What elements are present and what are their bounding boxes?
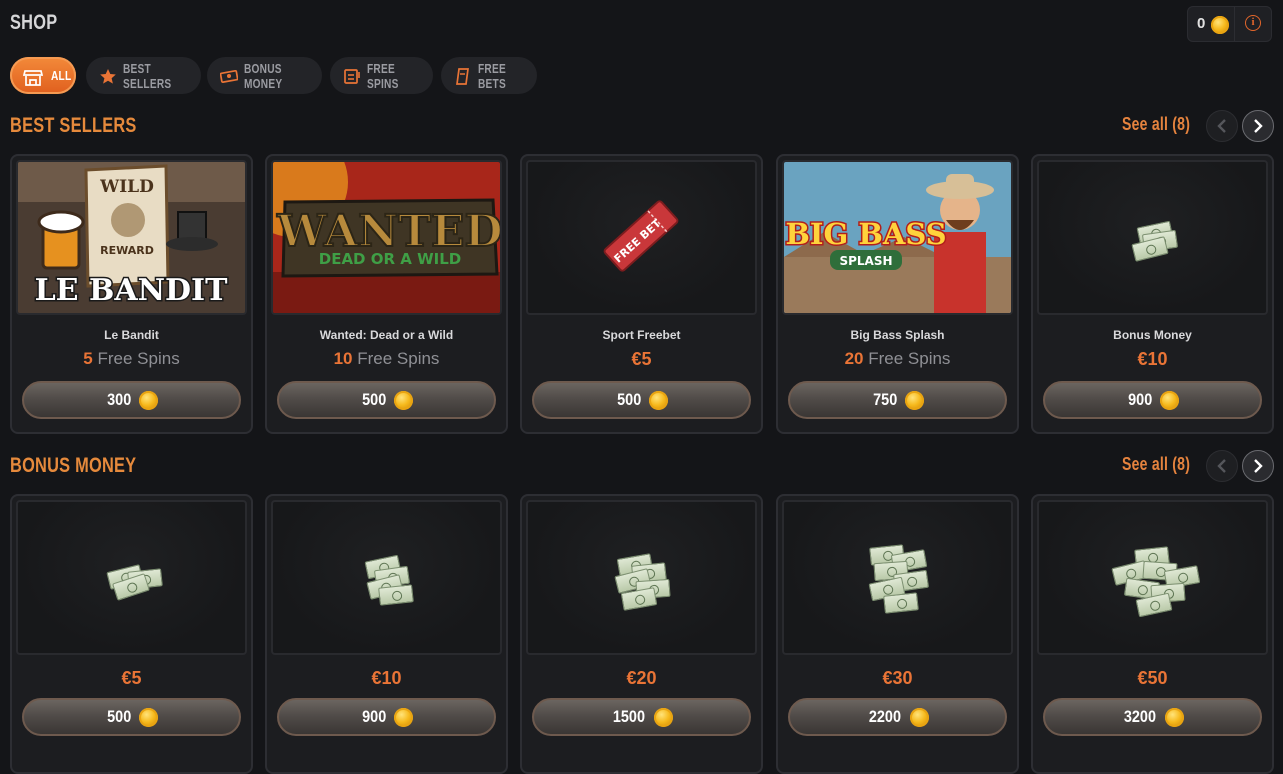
chevron-left-icon [1217, 119, 1226, 133]
product-name: Bonus Money [1113, 328, 1192, 342]
product-card: FREE BET Sport Freebet €5 500 [520, 154, 763, 434]
svg-text:WILD: WILD [99, 177, 154, 197]
cash-pile [1037, 500, 1268, 655]
buy-button[interactable]: 900 [277, 698, 496, 736]
product-card: WANTED DEAD OR A WILD Wanted: Dead or a … [265, 154, 508, 434]
product-card: WILD REWARD LE BANDIT Le Bandit 5 Free S… [10, 154, 253, 434]
chevron-right-icon [1254, 459, 1263, 473]
cash-stack-medium [526, 500, 757, 655]
next-arrow-button[interactable] [1242, 110, 1274, 142]
product-card: €50 3200 [1031, 494, 1274, 774]
coin-icon [905, 390, 925, 410]
buy-button[interactable]: 900 [1043, 381, 1262, 419]
prev-arrow-button[interactable] [1206, 450, 1238, 482]
cash-stack [271, 500, 502, 655]
prev-arrow-button[interactable] [1206, 110, 1238, 142]
prize-amount: €10 [1137, 349, 1168, 369]
star-icon [99, 68, 117, 84]
svg-text:BIG BASS: BIG BASS [785, 217, 946, 251]
product-card: €10 900 [265, 494, 508, 774]
prize-amount: €50 [1137, 668, 1168, 688]
product-name: Wanted: Dead or a Wild [319, 328, 454, 342]
svg-text:SPLASH: SPLASH [839, 254, 892, 268]
product-card: €30 2200 [776, 494, 1019, 774]
prize-amount: €5 [631, 349, 652, 369]
coin-icon [139, 390, 159, 410]
product-name: Sport Freebet [602, 328, 681, 342]
buy-button[interactable]: 500 [22, 698, 241, 736]
store-icon [22, 68, 44, 86]
product-card: BIG BASS SPLASH Big Bass Splash 20 Free … [776, 154, 1019, 434]
prize-amount: €20 [626, 668, 657, 688]
coin-icon [653, 707, 673, 727]
wanted-art: WANTED DEAD OR A WILD [271, 160, 502, 315]
see-all-bonus-money-link[interactable]: See all (8) [1122, 454, 1209, 475]
buy-button[interactable]: 750 [788, 381, 1007, 419]
cash-icon [219, 68, 239, 84]
big-bass-art: BIG BASS SPLASH [782, 160, 1013, 315]
svg-text:DEAD OR A WILD: DEAD OR A WILD [319, 250, 461, 268]
coin-icon [649, 390, 669, 410]
buy-button[interactable]: 500 [532, 381, 751, 419]
product-name: Le Bandit [104, 328, 159, 342]
prize-amount: 10 Free Spins [333, 349, 440, 368]
ticket-icon [454, 67, 472, 85]
buy-button[interactable]: 3200 [1043, 698, 1262, 736]
prize-amount: €30 [882, 668, 913, 688]
coin-icon [1164, 707, 1184, 727]
see-all-best-sellers-link[interactable]: See all (8) [1122, 114, 1209, 135]
product-card: Bonus Money €10 900 [1031, 154, 1274, 434]
svg-text:REWARD: REWARD [100, 244, 154, 257]
product-card: €20 1500 [520, 494, 763, 774]
prize-amount: €10 [371, 668, 402, 688]
coin-icon [1160, 390, 1180, 410]
product-card: €5 500 [10, 494, 253, 774]
next-arrow-button[interactable] [1242, 450, 1274, 482]
free-bet-ticket: FREE BET [526, 160, 757, 315]
prize-amount: 5 Free Spins [83, 349, 180, 368]
chevron-right-icon [1254, 119, 1263, 133]
balance-widget[interactable]: 0 i [1187, 6, 1272, 42]
le-bandit-art: WILD REWARD LE BANDIT [16, 160, 247, 315]
tab-free-bets[interactable]: FREE BETS [441, 57, 537, 94]
balance-amount: 0 [1197, 15, 1206, 32]
svg-text:LE BANDIT: LE BANDIT [35, 273, 229, 308]
tab-bonus-money[interactable]: BONUS MONEY [207, 57, 322, 94]
product-name: Big Bass Splash [850, 328, 945, 342]
coin-icon [1211, 16, 1229, 34]
buy-button[interactable]: 1500 [532, 698, 751, 736]
section-title-best-sellers: BEST SELLERS [10, 114, 137, 137]
prize-amount: 20 Free Spins [844, 349, 951, 368]
page-title: SHOP [10, 11, 58, 34]
slot-icon [343, 68, 361, 84]
cash-stack-small [16, 500, 247, 655]
section-title-bonus-money: BONUS MONEY [10, 454, 137, 477]
cash-stack [1037, 160, 1268, 315]
info-icon[interactable]: i [1245, 15, 1261, 31]
buy-button[interactable]: 500 [277, 381, 496, 419]
tab-free-spins[interactable]: FREE SPINS [330, 57, 433, 94]
buy-button[interactable]: 2200 [788, 698, 1007, 736]
prize-amount: €5 [121, 668, 142, 688]
buy-button[interactable]: 300 [22, 381, 241, 419]
cash-stack-large [782, 500, 1013, 655]
chevron-left-icon [1217, 459, 1226, 473]
tab-all[interactable]: ALL [10, 57, 76, 94]
coin-icon [394, 390, 414, 410]
tab-best-sellers[interactable]: BEST SELLERS [86, 57, 201, 94]
coin-icon [909, 707, 929, 727]
coin-icon [139, 707, 159, 727]
coin-icon [394, 707, 414, 727]
